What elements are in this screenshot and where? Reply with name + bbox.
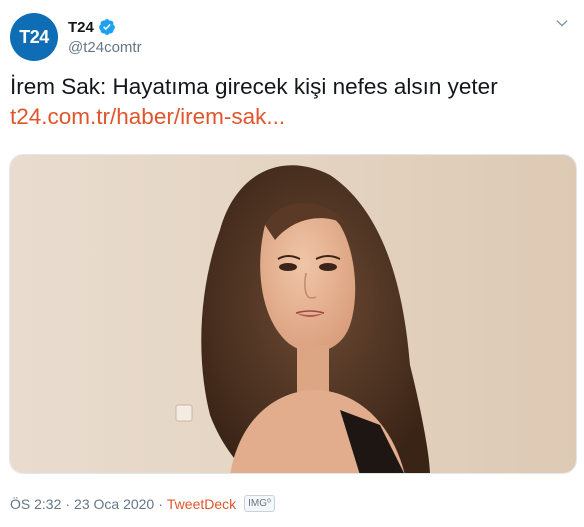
tweet-link[interactable]: t24.com.tr/haber/irem-sak... [10, 102, 285, 131]
tweet-card: T24 T24 @t24comtr İrem Sak: Hayatıma gir… [0, 0, 584, 527]
tweet-footer: ÖS 2:32 · 23 Oca 2020 · TweetDeck IMG⁰ [10, 495, 276, 512]
photo-image [10, 155, 576, 473]
tweet-photo[interactable] [9, 154, 577, 474]
chevron-down-icon[interactable] [554, 15, 570, 31]
tweet-text: İrem Sak: Hayatıma girecek kişi nefes al… [10, 74, 498, 99]
display-name-row: T24 [68, 17, 142, 37]
tweet-date[interactable]: 23 Oca 2020 [74, 496, 154, 512]
verified-badge-icon [98, 19, 115, 35]
footer-separator: · [65, 495, 71, 512]
footer-separator: · [158, 495, 163, 512]
tweet-time[interactable]: ÖS 2:32 [10, 496, 61, 512]
avatar[interactable]: T24 [10, 13, 58, 61]
tweet-header: T24 T24 @t24comtr [10, 13, 574, 61]
author-names: T24 @t24comtr [68, 17, 142, 57]
display-name[interactable]: T24 [68, 19, 94, 36]
user-handle[interactable]: @t24comtr [68, 39, 142, 56]
tweet-source[interactable]: TweetDeck [167, 496, 236, 512]
img-badge: IMG⁰ [244, 495, 276, 512]
